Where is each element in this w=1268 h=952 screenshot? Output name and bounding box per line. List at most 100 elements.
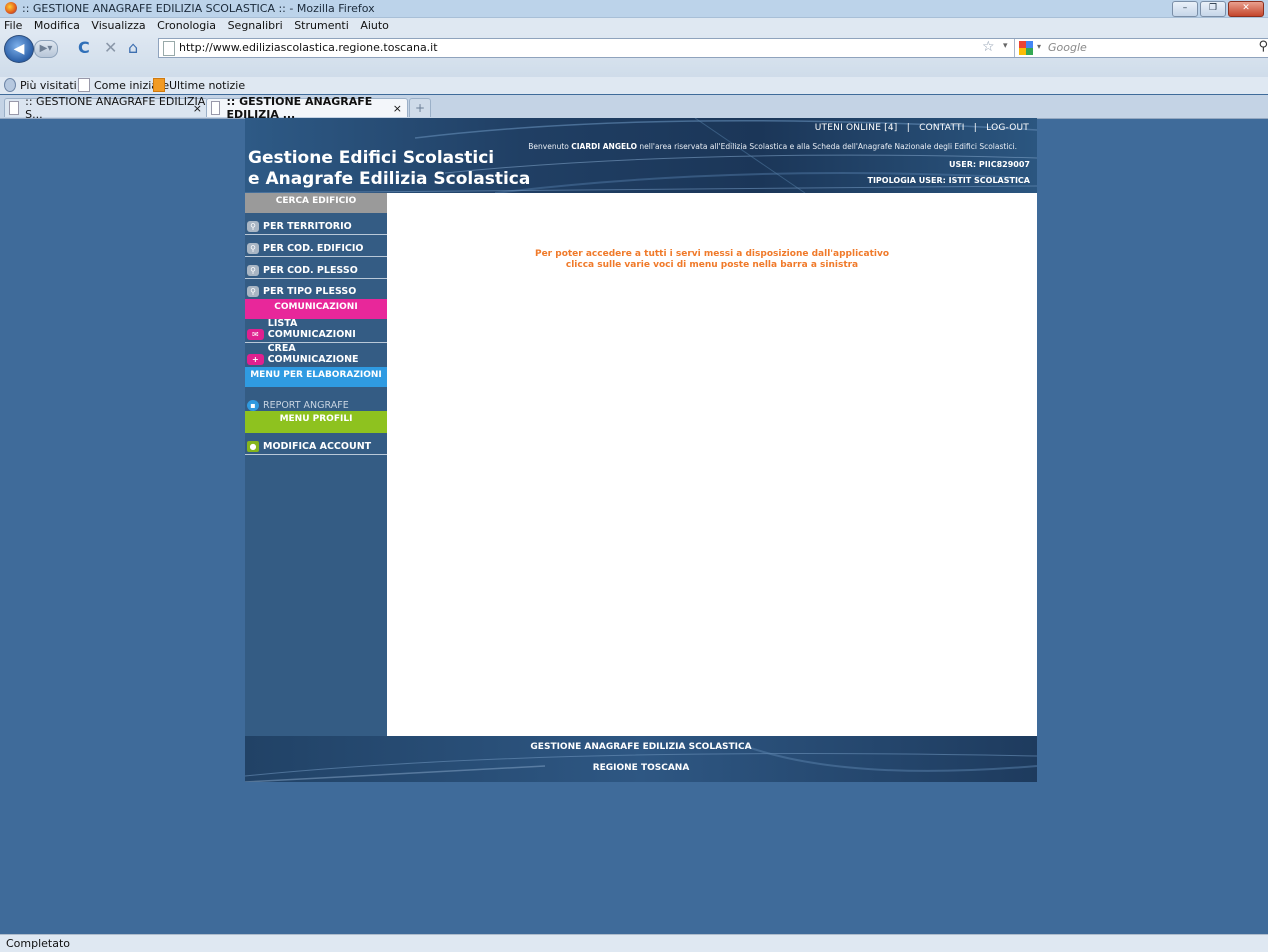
users-add-icon: + (247, 354, 264, 365)
sidebar-item-per-tipo-plesso[interactable]: ⚲ PER TIPO PLESSO (245, 279, 387, 299)
forward-button[interactable]: ▶▾ (34, 40, 58, 58)
menu-aiuto[interactable]: Aiuto (360, 18, 389, 33)
reload-icon[interactable]: C (78, 39, 90, 57)
search-icon[interactable]: ⚲ (1258, 39, 1268, 54)
site-header: UTENI ONLINE [4] | CONTATTI | LOG-OUT Be… (245, 118, 1037, 193)
online-users-link[interactable]: UTENI ONLINE [4] (815, 123, 898, 133)
tab-bar: :: GESTIONE ANAGRAFE EDILIZIA S... × :: … (0, 95, 1268, 121)
menu-strumenti[interactable]: Strumenti (294, 18, 349, 33)
menu-segnalibri[interactable]: Segnalibri (228, 18, 283, 33)
instructions-line-2: clicca sulle varie voci di menu poste ne… (565, 260, 859, 270)
bookmark-label: Ultime notizie (169, 78, 246, 92)
stop-icon[interactable]: ✕ (104, 39, 117, 57)
page-icon (211, 101, 221, 115)
user-code: USER: PIIC829007 (949, 160, 1030, 169)
engine-dropdown-icon[interactable]: ▾ (1037, 42, 1041, 51)
window-title: :: GESTIONE ANAGRAFE EDILIZIA SCOLASTICA… (22, 2, 375, 15)
user-type: TIPOLOGIA USER: ISTIT SCOLASTICA (867, 176, 1031, 185)
url-text[interactable]: http://www.ediliziascolastica.regione.to… (179, 41, 438, 54)
window-controls: – ❐ ✕ (1172, 1, 1264, 17)
page-icon (9, 101, 20, 115)
contatti-link[interactable]: CONTATTI (919, 123, 964, 133)
magnifier-icon: ⚲ (247, 221, 259, 232)
bookmark-star-icon[interactable]: ☆ (982, 39, 995, 55)
site-footer: GESTIONE ANAGRAFE EDILIZIA SCOLASTICA RE… (245, 736, 1037, 782)
bookmark-label: Più visitati (20, 78, 77, 92)
sidebar-item-crea-comunicazione[interactable]: + CREA COMUNICAZIONE (245, 343, 387, 367)
close-button[interactable]: ✕ (1228, 1, 1264, 17)
most-visited-icon (4, 78, 16, 92)
welcome-suffix: nell'area riservata all'Edilizia Scolast… (639, 142, 1017, 151)
separator: | (906, 123, 910, 133)
users-message-icon: ✉ (247, 329, 264, 340)
menu-bar: File Modifica Visualizza Cronologia Segn… (0, 18, 1268, 33)
section-menu-profili[interactable]: MENU PROFILI (245, 411, 387, 433)
new-tab-button[interactable]: + (409, 98, 431, 117)
firefox-logo-icon (5, 2, 17, 14)
address-bar[interactable]: http://www.ediliziascolastica.regione.to… (158, 38, 1268, 58)
menu-file[interactable]: File (4, 18, 22, 33)
instructions-message: Per poter accedere a tutti i servi messi… (387, 249, 1037, 271)
sidebar-menu: CERCA EDIFICIO ⚲ PER TERRITORIO ⚲ PER CO… (245, 193, 387, 736)
sidebar-item-label: PER COD. PLESSO (263, 265, 358, 276)
tab-label: :: GESTIONE ANAGRAFE EDILIZIA S... (25, 95, 206, 121)
sidebar-item-label: PER COD. EDIFICIO (263, 243, 364, 254)
maximize-button[interactable]: ❐ (1200, 1, 1226, 17)
bookmark-piu-visitati[interactable]: Più visitati (4, 78, 77, 92)
bookmarks-toolbar: Più visitati Come iniziare Ultime notizi… (0, 77, 1268, 94)
minimize-button[interactable]: – (1172, 1, 1198, 17)
close-tab-icon[interactable]: × (393, 102, 402, 115)
welcome-prefix: Benvenuto (528, 142, 569, 151)
instructions-line-1: Per poter accedere a tutti i servi messi… (534, 249, 890, 259)
tab-1[interactable]: :: GESTIONE ANAGRAFE EDILIZIA S... × (4, 95, 208, 121)
brand-line-1: Gestione Edifici Scolastici (248, 148, 495, 168)
home-icon[interactable]: ⌂ (128, 39, 138, 57)
menu-modifica[interactable]: Modifica (34, 18, 80, 33)
sidebar-item-modifica-account[interactable]: ● MODIFICA ACCOUNT (245, 433, 387, 455)
section-comunicazioni[interactable]: COMUNICAZIONI (245, 299, 387, 319)
menu-visualizza[interactable]: Visualizza (91, 18, 145, 33)
sidebar-item-label: PER TIPO PLESSO (263, 286, 357, 297)
sidebar-item-label: PER TERRITORIO (263, 221, 352, 232)
status-text: Completato (6, 937, 71, 950)
sidebar-item-per-cod-plesso[interactable]: ⚲ PER COD. PLESSO (245, 257, 387, 279)
navigation-toolbar: ◀ ▶▾ C ✕ ⌂ http://www.ediliziascolastica… (0, 33, 1268, 77)
rss-icon (153, 78, 165, 92)
magnifier-icon: ⚲ (247, 243, 259, 254)
brand-line-2: e Anagrafe Edilizia Scolastica (248, 169, 531, 189)
footer-region: REGIONE TOSCANA (592, 763, 690, 773)
history-dropdown-icon[interactable]: ▾ (1003, 41, 1008, 51)
google-icon[interactable] (1019, 41, 1033, 55)
forward-arrow-icon: ▶▾ (39, 43, 53, 54)
menu-cronologia[interactable]: Cronologia (157, 18, 216, 33)
user-icon: ● (247, 441, 259, 452)
section-menu-elaborazioni[interactable]: MENU PER ELABORAZIONI (245, 367, 387, 387)
sidebar-item-per-territorio[interactable]: ⚲ PER TERRITORIO (245, 213, 387, 235)
section-cerca-edificio[interactable]: CERCA EDIFICIO (245, 193, 387, 213)
bookmark-ultime-notizie[interactable]: Ultime notizie (153, 78, 245, 92)
back-button[interactable]: ◀ (4, 35, 34, 63)
footer-title: GESTIONE ANAGRAFE EDILIZIA SCOLASTICA (530, 742, 752, 752)
welcome-message: Benvenuto CIARDI ANGELO nell'area riserv… (528, 142, 1017, 151)
sidebar-item-report-angrafe[interactable]: ▪ REPORT ANGRAFE (245, 387, 387, 413)
close-tab-icon[interactable]: × (193, 102, 202, 115)
sidebar-item-label: MODIFICA ACCOUNT (263, 441, 372, 452)
tab-2-active[interactable]: :: GESTIONE ANAGRAFE EDILIZIA ... × (206, 95, 408, 121)
separator: | (973, 123, 977, 133)
window-titlebar: :: GESTIONE ANAGRAFE EDILIZIA SCOLASTICA… (0, 0, 1268, 18)
search-box[interactable]: ▾ Google ⚲ (1014, 39, 1268, 57)
user-name: CIARDI ANGELO (571, 142, 637, 151)
logout-link[interactable]: LOG-OUT (986, 123, 1029, 133)
sidebar-item-lista-comunicazioni[interactable]: ✉ LISTA COMUNICAZIONI (245, 318, 387, 343)
sidebar-item-label: CREA COMUNICAZIONE (267, 343, 359, 365)
sidebar-item-label: REPORT ANGRAFE (263, 400, 349, 411)
sidebar-item-per-cod-edificio[interactable]: ⚲ PER COD. EDIFICIO (245, 235, 387, 257)
status-bar: Completato (0, 934, 1268, 952)
page-icon (78, 78, 90, 92)
header-links: UTENI ONLINE [4] | CONTATTI | LOG-OUT (815, 123, 1029, 133)
main-content: Per poter accedere a tutti i servi messi… (387, 193, 1037, 736)
magnifier-icon: ⚲ (247, 286, 259, 297)
page-icon (163, 41, 175, 56)
chart-icon: ▪ (247, 400, 259, 411)
search-input[interactable]: Google (1048, 41, 1087, 54)
